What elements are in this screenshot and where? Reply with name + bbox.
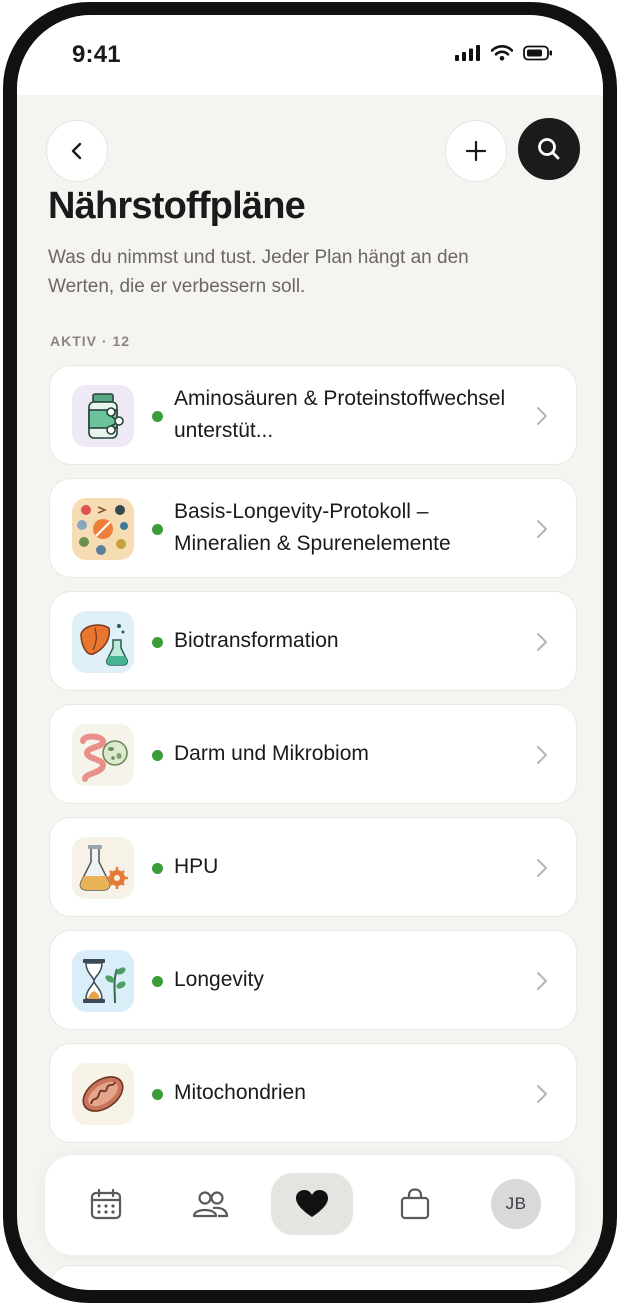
screen: 9:41 Nährstoffpläne Was du nimmst und tu… [17, 15, 603, 1290]
chevron-right-icon [537, 407, 547, 425]
status-dot-active [152, 976, 163, 987]
wifi-icon [491, 45, 513, 61]
search-icon [538, 138, 560, 160]
plan-title: HPU [174, 855, 219, 878]
avatar: JB [491, 1179, 541, 1229]
chevron-right-icon [537, 520, 547, 538]
status-dot-active [152, 637, 163, 648]
page-title: Nährstoffpläne [48, 185, 306, 227]
chevron-right-icon [537, 746, 547, 764]
plan-item[interactable]: Longevity [49, 930, 577, 1030]
status-time: 9:41 [72, 41, 121, 68]
plan-title: Biotransformation [174, 629, 339, 652]
mitochondrion-icon [72, 1063, 134, 1125]
minerals-icon [72, 498, 134, 560]
bag-icon [400, 1188, 430, 1220]
chevron-left-icon [71, 142, 82, 160]
hourglass-plant-icon [72, 950, 134, 1012]
chevron-right-icon [537, 633, 547, 651]
liver-flask-icon [72, 611, 134, 673]
people-icon [192, 1191, 229, 1218]
search-button[interactable] [518, 118, 580, 180]
status-dot-active [152, 1089, 163, 1100]
plan-item[interactable]: Aminosäuren & Proteinstoffwechsel unters… [49, 365, 577, 465]
back-button[interactable] [46, 120, 108, 182]
page-subtitle: Was du nimmst und tust. Jeder Plan hängt… [48, 247, 469, 297]
tab-calendar[interactable] [75, 1173, 137, 1235]
plan-item[interactable]: HPU [49, 817, 577, 917]
plus-icon [465, 140, 487, 162]
plan-item[interactable]: Basis-Longevity-Protokoll – Mineralien &… [49, 478, 577, 578]
tab-health[interactable] [271, 1173, 353, 1235]
plan-item-partial[interactable] [49, 1265, 577, 1290]
plan-title: Basis-Longevity-Protokoll – Mineralien &… [174, 500, 451, 555]
signal-icon [455, 45, 480, 61]
tab-bar: JB [45, 1155, 575, 1255]
plan-title: Mitochondrien [174, 1081, 306, 1104]
tab-people[interactable] [179, 1173, 241, 1235]
calendar-icon [90, 1188, 122, 1220]
tab-shop[interactable] [384, 1173, 446, 1235]
chevron-right-icon [537, 972, 547, 990]
section-label-active: AKTIV · 12 [50, 333, 131, 349]
amino-bottle-icon [72, 385, 134, 447]
plan-title: Darm und Mikrobiom [174, 742, 369, 765]
chevron-right-icon [537, 859, 547, 877]
tab-profile[interactable]: JB [485, 1173, 547, 1235]
phone-frame: 9:41 Nährstoffpläne Was du nimmst und tu… [3, 2, 617, 1303]
heart-icon [296, 1190, 328, 1217]
status-dot-active [152, 863, 163, 874]
status-icons [455, 45, 553, 61]
battery-icon [523, 45, 552, 61]
plan-title: Aminosäuren & Proteinstoffwechsel unters… [174, 387, 506, 442]
status-dot-active [152, 750, 163, 761]
plan-item[interactable]: Mitochondrien [49, 1043, 577, 1143]
plan-item[interactable]: Biotransformation [49, 591, 577, 691]
add-plan-button[interactable] [445, 120, 507, 182]
chevron-right-icon [537, 1085, 547, 1103]
plan-title: Longevity [174, 968, 264, 991]
status-dot-active [152, 524, 163, 535]
intestine-microbiome-icon [72, 724, 134, 786]
flask-gear-icon [72, 837, 134, 899]
status-dot-active [152, 411, 163, 422]
plan-item[interactable]: Darm und Mikrobiom [49, 704, 577, 804]
status-bar: 9:41 [17, 15, 603, 95]
